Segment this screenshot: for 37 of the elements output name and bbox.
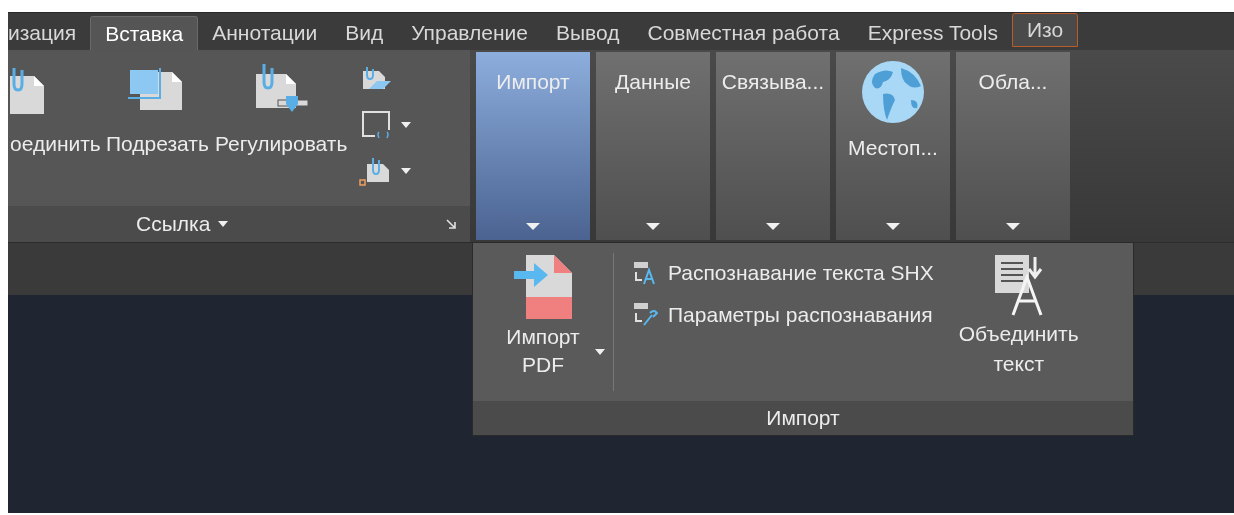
collapsed-panel[interactable]: Данные — [596, 52, 710, 240]
ribbon-button[interactable]: Подрезать — [106, 60, 209, 160]
dialog-launcher-icon[interactable] — [446, 219, 456, 229]
caret-icon — [886, 223, 900, 230]
ribbon-tab[interactable]: изация — [8, 16, 91, 50]
ribbon-button[interactable]: оединить — [8, 60, 100, 160]
pdf-text-icon — [632, 259, 658, 286]
ribbon-tab[interactable]: Вывод — [541, 16, 634, 50]
ribbon-tab[interactable]: Вставка — [90, 16, 199, 50]
caret-icon — [646, 223, 660, 230]
collapsed-panel[interactable]: Обла... — [956, 52, 1070, 240]
combine-text-button[interactable]: Объединить текст — [943, 253, 1094, 401]
caret-icon — [1006, 223, 1020, 230]
globe-icon — [861, 60, 925, 124]
menu-item[interactable]: Распознавание текста SHX — [632, 257, 934, 289]
caret-icon — [401, 122, 412, 128]
caret-icon — [218, 221, 229, 227]
caret-icon — [595, 349, 605, 355]
import-pdf-button[interactable]: Импорт PDF — [473, 253, 613, 401]
ribbon-tab[interactable]: Аннотации — [198, 16, 332, 50]
menu-item[interactable]: Параметры распознавания — [632, 298, 934, 330]
pdf-import-icon — [512, 253, 574, 321]
ribbon-tab[interactable]: Вид — [331, 16, 398, 50]
caret-icon — [526, 223, 540, 230]
ribbon-tab[interactable]: Совместная работа — [633, 16, 854, 50]
attach-file-icon — [10, 68, 44, 114]
panel-title: Импорт — [766, 405, 840, 432]
caret-icon — [766, 223, 780, 230]
caret-icon — [401, 168, 412, 174]
pdf-wrench-icon — [632, 301, 658, 328]
ribbon-tab[interactable]: Управление — [397, 16, 542, 50]
collapsed-panel[interactable]: Местоп... — [836, 52, 950, 240]
ribbon-tab[interactable]: Express Tools — [853, 16, 1012, 50]
ribbon-tab[interactable]: Изо — [1011, 13, 1079, 47]
collapsed-panel[interactable]: Связыва... — [716, 52, 830, 240]
panel-title[interactable]: Ссылка — [136, 208, 229, 240]
ribbon-button[interactable]: Регулировать — [214, 60, 348, 160]
